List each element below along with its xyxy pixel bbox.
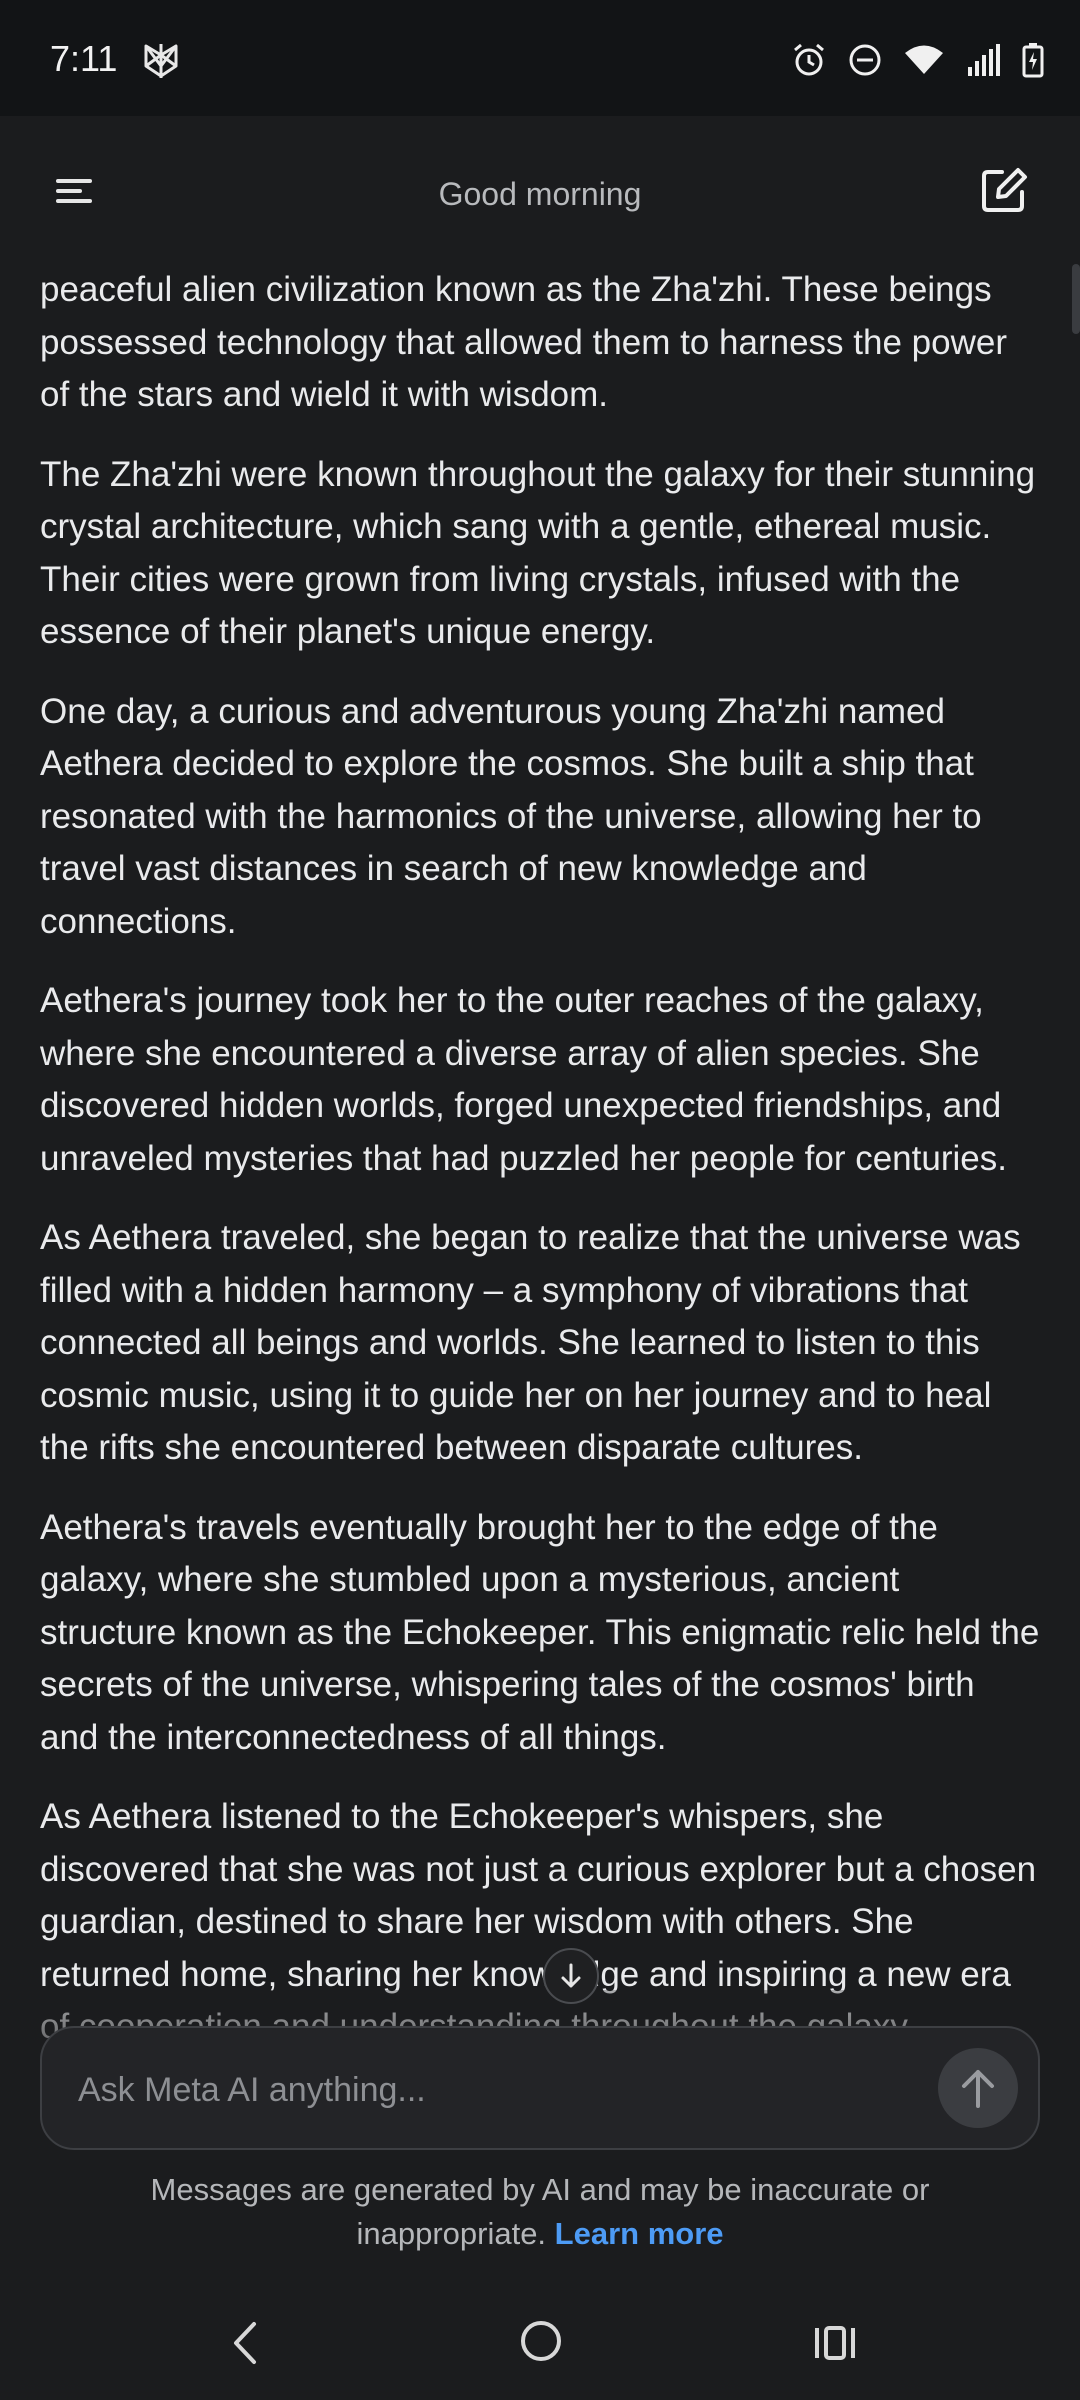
message-paragraph: One day, a curious and adventurous young…: [40, 691, 982, 941]
message-paragraph: Aethera's travels eventually brought her…: [40, 1507, 1040, 1757]
arrow-up-icon: [962, 2070, 994, 2108]
disclaimer-text: Messages are generated by AI and may be …: [150, 2172, 930, 2251]
arrow-down-icon: [561, 1963, 581, 1988]
status-icons: [792, 40, 1044, 80]
status-bar: 7:11: [0, 0, 1080, 116]
send-button[interactable]: [938, 2048, 1018, 2128]
message-paragraph: peaceful alien civilization known as the…: [40, 270, 1007, 414]
message-paragraph: The Zha'zhi were known throughout the ga…: [40, 454, 1036, 652]
app-notification-icon: [144, 44, 178, 78]
message-input-bar: [40, 2026, 1040, 2150]
message-input[interactable]: [78, 2058, 938, 2122]
system-navigation-bar: [0, 2290, 1080, 2400]
back-icon[interactable]: [222, 2318, 272, 2368]
alarm-icon: [794, 43, 824, 76]
app-header: Good morning: [0, 116, 1080, 266]
home-icon[interactable]: [518, 2318, 564, 2364]
scroll-to-bottom-button[interactable]: [543, 1948, 599, 2004]
scrollbar-thumb[interactable]: [1072, 264, 1080, 334]
message-paragraph: Aethera's journey took her to the outer …: [40, 981, 1007, 1178]
ai-disclaimer: Messages are generated by AI and may be …: [60, 2168, 1020, 2256]
header-title: Good morning: [438, 176, 642, 212]
status-time: 7:11: [50, 38, 118, 79]
new-chat-icon[interactable]: [978, 164, 1030, 216]
message-paragraph: As Aethera traveled, she began to realiz…: [40, 1218, 1021, 1467]
learn-more-link[interactable]: Learn more: [555, 2216, 724, 2251]
battery-charging-icon: [1022, 43, 1044, 78]
signal-icon: [968, 44, 1000, 76]
wifi-icon: [905, 45, 943, 74]
recents-icon[interactable]: [812, 2320, 858, 2366]
chat-message-area[interactable]: peaceful alien civilization known as the…: [40, 264, 1040, 2044]
do-not-disturb-icon: [849, 44, 881, 76]
